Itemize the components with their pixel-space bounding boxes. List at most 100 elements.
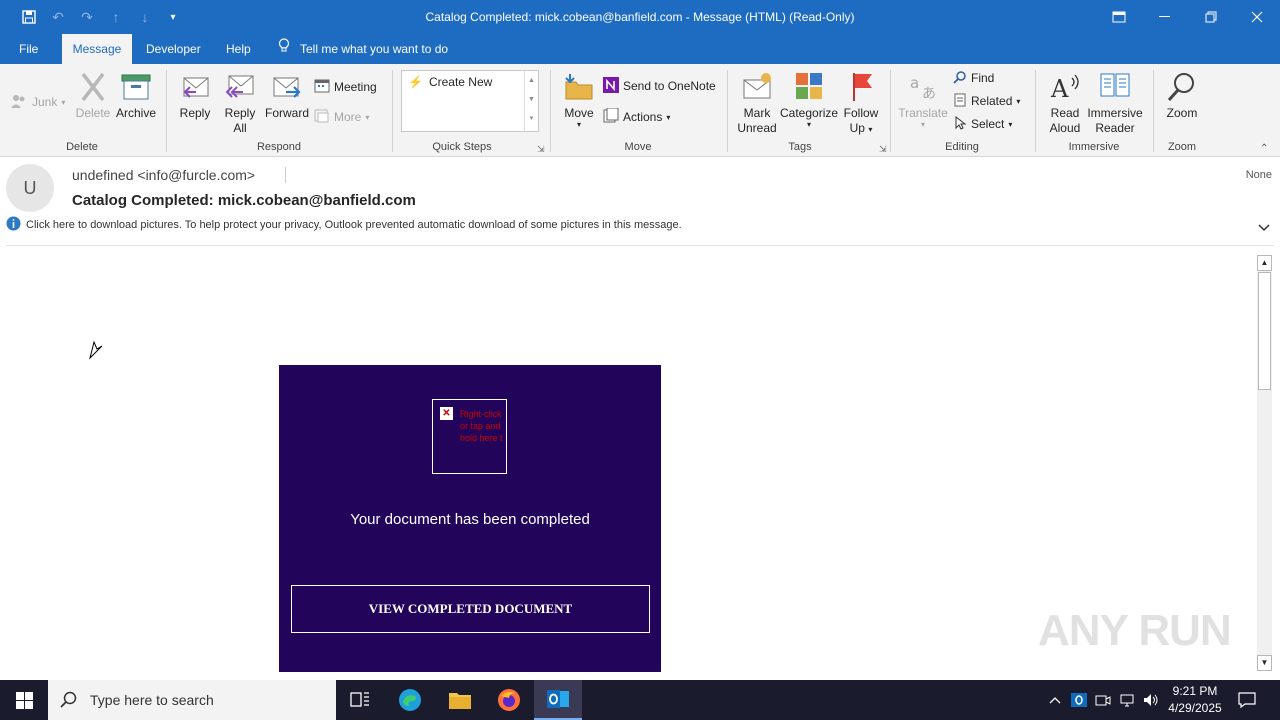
scroll-down-arrow[interactable]: ▼	[1257, 655, 1272, 671]
move-label: Move	[564, 106, 594, 120]
more-respond-button[interactable]: More ▾	[314, 107, 369, 127]
immersive-reader-button[interactable]: Immersive Reader	[1086, 70, 1144, 136]
header-divider	[6, 245, 1274, 246]
send-to-onenote-button[interactable]: Send to OneNote	[603, 76, 716, 96]
lightning-icon: ⚡	[408, 75, 423, 89]
avatar: U	[6, 164, 54, 212]
scroll-up-arrow[interactable]: ▲	[1257, 255, 1272, 271]
delete-button[interactable]: Delete	[74, 70, 112, 121]
view-completed-document-button[interactable]: VIEW COMPLETED DOCUMENT	[291, 585, 650, 633]
expand-header-icon[interactable]	[1258, 221, 1270, 235]
tab-developer[interactable]: Developer	[136, 34, 211, 64]
minimize-button[interactable]	[1142, 0, 1188, 34]
mark-unread-button[interactable]: Mark Unread	[734, 70, 780, 136]
forward-icon	[273, 77, 301, 98]
start-button[interactable]	[0, 680, 48, 720]
importance-label: None	[1245, 169, 1272, 181]
delete-label: Delete	[75, 106, 111, 120]
follow-up-button[interactable]: Follow Up ▾	[840, 70, 882, 137]
reader-label-1: Immersive	[1087, 106, 1143, 120]
create-new-quick-step[interactable]: ⚡ Create New	[408, 75, 492, 89]
tab-file[interactable]: File	[9, 34, 48, 64]
outlook-tray-icon[interactable]	[1069, 690, 1089, 710]
meet-now-icon[interactable]	[1093, 690, 1113, 710]
zoom-button[interactable]: Zoom	[1161, 70, 1203, 121]
taskbar-search-box[interactable]: Type here to search	[48, 680, 336, 720]
meeting-button[interactable]: Meeting	[314, 77, 377, 97]
volume-icon[interactable]	[1141, 690, 1161, 710]
group-divider	[727, 70, 728, 152]
broken-image-placeholder[interactable]: ✕ Right-click or tap and hold here t	[432, 399, 507, 474]
svg-text:a: a	[910, 74, 919, 92]
restore-button[interactable]	[1188, 0, 1234, 34]
notifications-icon[interactable]	[1237, 690, 1257, 710]
junk-button[interactable]: Junk ▾	[10, 92, 65, 112]
network-icon[interactable]	[1117, 690, 1137, 710]
group-divider	[550, 70, 551, 152]
tell-me-text: Tell me what you want to do	[300, 42, 449, 56]
more-label: More	[334, 110, 362, 124]
system-clock[interactable]: 9:21 PM 4/29/2025	[1162, 683, 1228, 717]
firefox-app[interactable]	[485, 680, 533, 720]
tab-message[interactable]: Message	[62, 34, 132, 64]
categorize-button[interactable]: Categorize ▾	[780, 70, 838, 129]
group-divider	[1153, 70, 1154, 152]
broken-image-icon: ✕	[440, 407, 453, 420]
delete-icon	[81, 72, 105, 102]
zoom-label: Zoom	[1166, 106, 1198, 120]
reply-icon	[183, 77, 209, 98]
broken-image-text: Right-click or tap and hold here t	[460, 409, 503, 443]
archive-button[interactable]: Archive	[114, 70, 158, 121]
immersive-group-label: Immersive	[1068, 141, 1120, 153]
related-icon	[953, 93, 967, 110]
quick-steps-launcher-icon[interactable]: ⇲	[537, 144, 545, 155]
read-aloud-button[interactable]: A Read Aloud	[1043, 70, 1087, 136]
edge-icon	[399, 689, 421, 711]
task-view-button[interactable]	[336, 680, 384, 720]
collapse-ribbon-icon[interactable]: ⌃	[1260, 143, 1268, 154]
reply-all-button[interactable]: Reply All	[219, 70, 261, 136]
follow-label-1: Follow	[843, 106, 879, 120]
show-hidden-icons[interactable]	[1045, 690, 1065, 710]
tell-me-search[interactable]: Tell me what you want to do	[278, 34, 448, 64]
find-button[interactable]: Find	[953, 68, 994, 88]
quick-steps-gallery[interactable]: ⚡ Create New ▲ ▼ ▾	[401, 70, 539, 132]
reply-button[interactable]: Reply	[175, 70, 215, 121]
quick-steps-scroll[interactable]: ▲ ▼ ▾	[524, 71, 538, 131]
actions-button[interactable]: Actions ▾	[603, 107, 670, 127]
editing-group-label: Editing	[945, 141, 979, 153]
close-button[interactable]	[1234, 0, 1280, 34]
archive-label: Archive	[115, 106, 156, 120]
tab-help[interactable]: Help	[216, 34, 261, 64]
read-aloud-icon: A	[1050, 74, 1079, 103]
magnifier-icon	[1167, 73, 1194, 102]
related-button[interactable]: Related ▾	[953, 91, 1020, 111]
svg-text:A: A	[1050, 75, 1069, 103]
outlook-app[interactable]	[534, 680, 582, 720]
infobar-text: Click here to download pictures. To help…	[26, 219, 682, 231]
title-bar: ↶ ↷ ↑ ↓ ▾ Catalog Completed: mick.cobean…	[0, 0, 1280, 34]
forward-button[interactable]: Forward	[263, 70, 311, 121]
ribbon-display-options-icon[interactable]	[1096, 0, 1142, 34]
sender[interactable]: undefined <info@furcle.com>	[72, 167, 255, 183]
file-explorer-app[interactable]	[436, 680, 484, 720]
junk-label: Junk	[32, 95, 58, 109]
actions-label: Actions	[623, 110, 663, 124]
scrollbar-thumb[interactable]	[1258, 272, 1271, 390]
outlook-icon	[547, 690, 569, 708]
window-title: Catalog Completed: mick.cobean@banfield.…	[425, 10, 855, 24]
select-button[interactable]: Select ▾	[953, 114, 1012, 134]
tags-launcher-icon[interactable]: ⇲	[879, 144, 887, 155]
edge-app[interactable]	[386, 680, 434, 720]
ribbon: Junk ▾ Delete Archive Delete Reply Reply…	[0, 64, 1280, 157]
archive-icon	[121, 74, 151, 100]
translate-icon: aあ	[910, 74, 936, 102]
search-placeholder: Type here to search	[90, 692, 214, 708]
reader-label-2: Reader	[1095, 121, 1135, 135]
translate-button[interactable]: aあ Translate ▾	[897, 70, 949, 129]
move-button[interactable]: Move ▾	[559, 70, 599, 129]
onenote-icon	[603, 76, 619, 96]
group-divider	[166, 70, 167, 152]
mark-label-2: Unread	[737, 121, 777, 135]
download-pictures-infobar[interactable]: Click here to download pictures. To help…	[6, 216, 1274, 234]
